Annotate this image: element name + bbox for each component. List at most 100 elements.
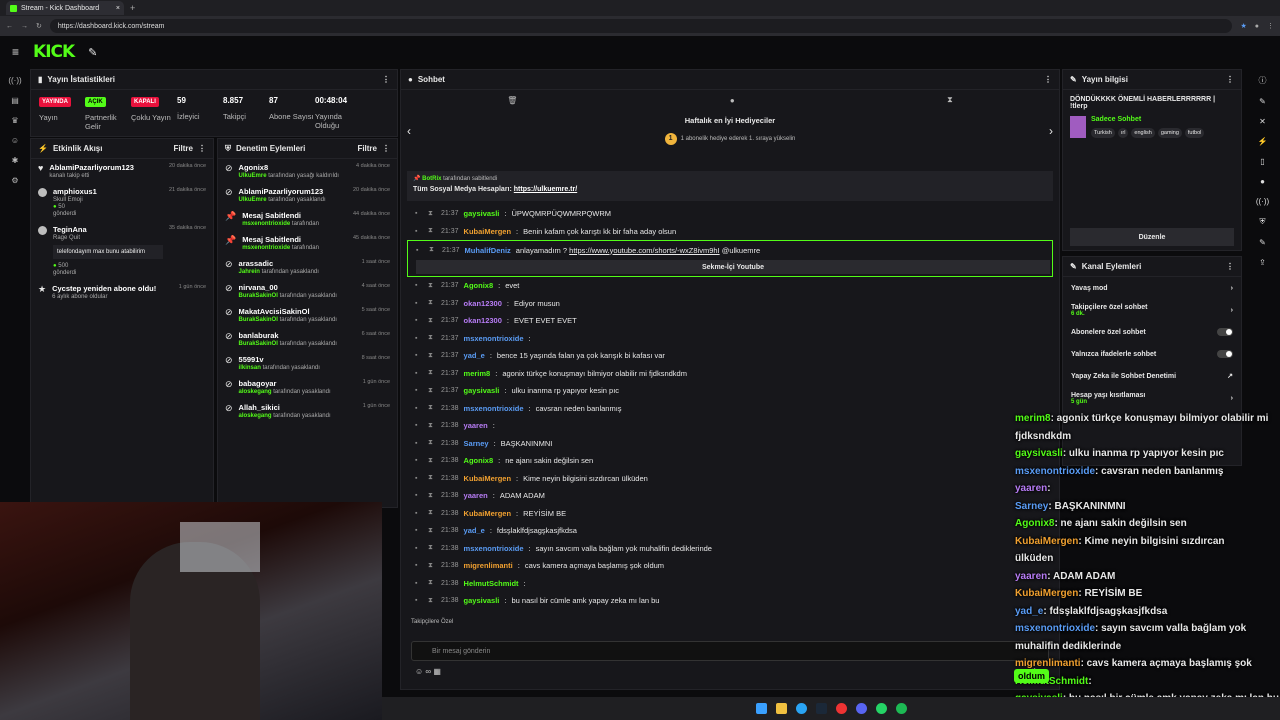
trash-icon[interactable]: ▪ [415, 580, 423, 587]
chat-icon[interactable]: ● [1260, 177, 1265, 186]
explorer-icon[interactable] [775, 703, 787, 714]
chat-username[interactable]: msxenontrioxide [464, 334, 524, 343]
chat-username[interactable]: yad_e [464, 351, 485, 360]
trash-icon[interactable]: ▪ [415, 210, 423, 217]
trash-icon[interactable]: ▪ [415, 405, 423, 412]
bolt-icon[interactable]: ⚡ [1258, 137, 1268, 146]
more-icon[interactable]: ⋮ [382, 75, 390, 84]
chat-username[interactable]: KubaiMergen [464, 509, 512, 518]
hourglass-icon[interactable]: ⧗ [428, 210, 436, 218]
hourglass-icon[interactable]: ⧗ [428, 474, 436, 482]
more-icon[interactable]: ⋮ [382, 144, 390, 153]
chevron-right-icon[interactable]: › [1231, 395, 1233, 402]
trash-icon[interactable]: ▪ [415, 317, 423, 324]
share-icon[interactable]: ⇪ [1259, 258, 1266, 267]
chat-username[interactable]: gaysivasli [464, 386, 500, 395]
filter-button[interactable]: Filtre [173, 144, 193, 153]
chat-username[interactable]: msxenontrioxide [464, 404, 524, 413]
hourglass-icon[interactable]: ⧗ [428, 597, 436, 605]
toggle-switch[interactable] [1217, 350, 1233, 358]
category-name[interactable]: Sadece Sohbet [1091, 116, 1207, 123]
emote-icon[interactable]: ☺ ∞ ▦ [415, 667, 441, 676]
toggle-switch[interactable] [1217, 328, 1233, 336]
settings-icon[interactable]: ⚙ [11, 176, 18, 185]
trash-icon[interactable]: ▪ [415, 228, 423, 235]
chevron-right-icon[interactable]: › [1231, 285, 1233, 292]
star-icon[interactable]: ★ [1240, 22, 1246, 30]
chat-username[interactable]: gaysivasli [464, 596, 500, 605]
hourglass-icon[interactable]: ⧗ [428, 509, 436, 517]
tag-chip[interactable]: ırl [1117, 128, 1129, 138]
whatsapp-icon[interactable] [875, 703, 887, 714]
spotify-icon[interactable] [895, 703, 907, 714]
channel-action[interactable]: Abonelere özel sohbet [1063, 321, 1241, 343]
chat-username[interactable]: Agonix8 [464, 281, 494, 290]
hourglass-icon[interactable]: ⧗ [428, 457, 436, 465]
hamburger-icon[interactable]: ≡ [12, 45, 19, 59]
chrome-icon[interactable] [835, 703, 847, 714]
trash-icon[interactable]: ▪ [415, 562, 423, 569]
new-tab-icon[interactable]: + [130, 3, 135, 13]
trash-icon[interactable]: ▪ [415, 300, 423, 307]
filter-button[interactable]: Filtre [357, 144, 377, 153]
menu-icon[interactable]: ⋮ [1267, 22, 1274, 30]
browser-tab[interactable]: Stream - Kick Dashboard × [6, 1, 124, 15]
tag-chip[interactable]: english [1131, 128, 1155, 138]
youtube-embed-button[interactable]: Sekme-İçi Youtube [416, 260, 1050, 274]
info-icon[interactable]: ⓘ [1259, 75, 1267, 86]
stream-icon[interactable]: ((·)) [8, 76, 21, 85]
discord-icon[interactable] [855, 703, 867, 714]
speech-icon[interactable]: ● [730, 96, 735, 105]
document-icon[interactable]: ▯ [1260, 157, 1264, 166]
tools-icon[interactable]: ✎ [88, 46, 97, 59]
hourglass-icon[interactable]: ⧗ [428, 544, 436, 552]
trash-icon[interactable]: ▪ [415, 457, 423, 464]
trash-icon[interactable]: ▪ [415, 545, 423, 552]
chat-username[interactable]: Agonix8 [464, 456, 494, 465]
hourglass-icon[interactable]: ⧗ [947, 95, 953, 105]
chat-username[interactable]: merim8 [464, 369, 491, 378]
url-input[interactable]: https://dashboard.kick.com/stream [49, 19, 1233, 33]
chat-username[interactable]: gaysivasli [464, 209, 500, 218]
chat-username[interactable]: Sarney [464, 439, 489, 448]
chat-username[interactable]: HelmutSchmidt [464, 579, 519, 588]
close-icon[interactable]: × [116, 5, 120, 12]
more-icon[interactable]: ⋮ [1044, 75, 1052, 84]
users-icon[interactable]: ☺ [11, 136, 19, 145]
hourglass-icon[interactable]: ⧗ [428, 439, 436, 447]
windows-start-icon[interactable] [755, 703, 767, 714]
chat-username[interactable]: migrenlimanti [464, 561, 513, 570]
external-link-icon[interactable]: ↗ [1227, 372, 1233, 380]
chat-input[interactable]: Bir mesaj gönderin [411, 641, 1049, 661]
chat-username[interactable]: KubaiMergen [464, 474, 512, 483]
channel-action[interactable]: Yavaş mod › [1063, 277, 1241, 299]
hourglass-icon[interactable]: ⧗ [428, 334, 436, 342]
tag-chip[interactable]: gaming [1157, 128, 1182, 138]
reload-icon[interactable]: ↻ [36, 22, 42, 30]
chat-username[interactable]: yaaren [464, 491, 488, 500]
trash-icon[interactable]: ▪ [415, 597, 423, 604]
chevron-right-icon[interactable]: › [1231, 307, 1233, 314]
more-icon[interactable]: ⋮ [1226, 75, 1234, 84]
edit-button[interactable]: Düzenle [1070, 228, 1234, 246]
trash-icon[interactable]: ▪ [415, 440, 423, 447]
youtube-link[interactable]: https://www.youtube.com/shorts/-wxZ8ivm9… [569, 246, 719, 255]
trash-icon[interactable]: ▪ [415, 422, 423, 429]
hourglass-icon[interactable]: ⧗ [428, 579, 436, 587]
hourglass-icon[interactable]: ⧗ [428, 317, 436, 325]
stream-icon[interactable]: ((·)) [1256, 197, 1269, 206]
channel-action[interactable]: Yapay Zeka ile Sohbet Denetimi ↗ [1063, 365, 1241, 387]
tag-chip[interactable]: futbol [1184, 128, 1205, 138]
hourglass-icon[interactable]: ⧗ [428, 422, 436, 430]
trash-icon[interactable]: ▪ [415, 370, 423, 377]
hourglass-icon[interactable]: ⧗ [428, 562, 436, 570]
trash-icon[interactable]: ▪ [415, 387, 423, 394]
chat-username[interactable]: msxenontrioxide [464, 544, 524, 553]
hourglass-icon[interactable]: ⧗ [428, 352, 436, 360]
channel-action[interactable]: Takipçilere özel sohbet 6 dk. › [1063, 299, 1241, 321]
trash-icon[interactable]: 🗑 [507, 96, 517, 105]
chat-username[interactable]: okan12300 [464, 299, 502, 308]
trash-icon[interactable]: ▪ [415, 352, 423, 359]
steam-icon[interactable] [815, 703, 827, 714]
chat-username[interactable]: yad_e [464, 526, 485, 535]
